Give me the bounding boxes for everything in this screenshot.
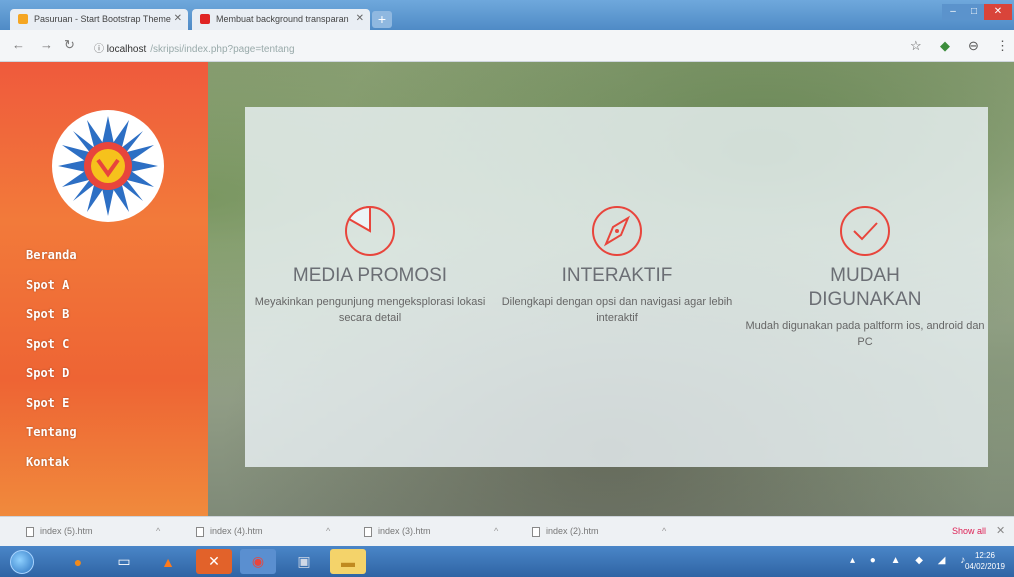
check-circle-icon <box>840 206 890 256</box>
sidebar-item-spot-a[interactable]: Spot A <box>26 278 77 308</box>
page-viewport: Beranda Spot A Spot B Spot C Spot D Spot… <box>0 62 1014 516</box>
feature-interaktif: INTERAKTIF Dilengkapi dengan opsi dan na… <box>497 202 737 326</box>
site-logo[interactable] <box>52 110 164 222</box>
feature-mudah-digunakan: MUDAH DIGUNAKAN Mudah digunakan pada pal… <box>745 202 985 350</box>
new-tab-button[interactable]: + <box>372 11 392 28</box>
window-icon[interactable]: ▭ <box>106 549 142 574</box>
close-icon[interactable]: ✕ <box>174 13 182 24</box>
about-panel: MEDIA PROMOSI Meyakinkan pengunjung meng… <box>245 107 988 467</box>
download-item[interactable]: index (4).htm ^ <box>196 526 330 537</box>
close-icon[interactable]: ✕ <box>356 13 364 24</box>
download-filename: index (5).htm <box>40 526 93 536</box>
media-player-icon[interactable]: ▣ <box>286 549 322 574</box>
extension-icon[interactable]: ◆ <box>940 38 950 54</box>
clock-time: 12:26 <box>974 551 996 560</box>
document-icon <box>196 526 204 537</box>
reload-icon[interactable]: ↻ <box>64 37 75 53</box>
download-filename: index (4).htm <box>210 526 263 536</box>
chevron-up-icon[interactable]: ^ <box>326 526 330 536</box>
feature-text: Dilengkapi dengan opsi dan navigasi agar… <box>501 296 733 324</box>
download-item[interactable]: index (3).htm ^ <box>364 526 498 537</box>
vlc-icon[interactable]: ▲ <box>150 549 186 574</box>
feature-title: MUDAH DIGUNAKAN <box>808 265 922 310</box>
sidebar-item-spot-e[interactable]: Spot E <box>26 396 77 426</box>
bookmark-star-icon[interactable]: ☆ <box>910 38 922 54</box>
sidebar-item-spot-b[interactable]: Spot B <box>26 307 77 337</box>
browser-tab[interactable]: Membuat background transparan ✕ <box>192 9 370 30</box>
address-bar[interactable]: ⓘ localhost/skripsi/index.php?page=tenta… <box>88 36 878 56</box>
menu-icon[interactable]: ⋮ <box>996 38 1009 54</box>
folder-icon[interactable]: ▬ <box>330 549 366 574</box>
sidebar-item-spot-c[interactable]: Spot C <box>26 337 77 367</box>
document-icon <box>26 526 34 537</box>
close-window-icon[interactable]: ✕ <box>984 4 1012 20</box>
browser-toolbar: ← → ↻ ⓘ localhost/skripsi/index.php?page… <box>0 30 1014 62</box>
close-icon[interactable]: ✕ <box>996 524 1005 537</box>
chevron-up-icon[interactable]: ^ <box>494 526 498 536</box>
sun-emblem-icon <box>58 116 158 216</box>
browser-tab[interactable]: Pasuruan - Start Bootstrap Theme ✕ <box>10 9 188 30</box>
profile-icon[interactable]: ⊖ <box>968 38 979 54</box>
back-icon[interactable]: ← <box>12 37 25 52</box>
downloads-bar: index (5).htm ^ index (4).htm ^ index (3… <box>0 516 1014 546</box>
feature-text: Mudah digunakan pada paltform ios, andro… <box>745 320 985 348</box>
xampp-icon[interactable]: ✕ <box>196 549 232 574</box>
page-favicon-icon <box>18 14 28 24</box>
tab-title: Pasuruan - Start Bootstrap Theme <box>34 14 171 24</box>
sidebar-nav: Beranda Spot A Spot B Spot C Spot D Spot… <box>26 248 77 484</box>
youtube-favicon-icon <box>200 14 210 24</box>
pie-chart-icon <box>345 205 395 256</box>
download-filename: index (3).htm <box>378 526 431 536</box>
info-icon: ⓘ <box>94 44 104 55</box>
chevron-up-icon[interactable]: ^ <box>156 526 160 536</box>
clock-date: 04/02/2019 <box>964 562 1006 571</box>
feature-title: INTERAKTIF <box>561 265 673 286</box>
maximize-icon[interactable]: □ <box>964 4 984 20</box>
sidebar-item-tentang[interactable]: Tentang <box>26 425 77 455</box>
forward-icon[interactable]: → <box>40 37 53 52</box>
compass-icon <box>592 206 642 256</box>
minimize-icon[interactable]: – <box>942 4 964 20</box>
chevron-up-icon[interactable]: ^ <box>662 526 666 536</box>
url-host: localhost <box>106 44 147 55</box>
browser-tab-strip: Pasuruan - Start Bootstrap Theme ✕ Membu… <box>0 0 1014 30</box>
feature-media-promosi: MEDIA PROMOSI Meyakinkan pengunjung meng… <box>250 202 490 326</box>
document-icon <box>364 526 372 537</box>
windows-taskbar: ● ▭ ▲ ✕ ◉ ▣ ▬ ▴ ● ▲ ◆ ◢ ♪ 12:26 04/02/20… <box>0 546 1014 577</box>
download-filename: index (2).htm <box>546 526 599 536</box>
show-all-downloads-link[interactable]: Show all <box>952 526 986 536</box>
feature-title: MEDIA PROMOSI <box>292 265 448 286</box>
sidebar-item-beranda[interactable]: Beranda <box>26 248 77 278</box>
system-tray[interactable]: ▴ ● ▲ ◆ ◢ ♪ <box>850 555 971 566</box>
chrome-icon[interactable]: ◉ <box>240 549 276 574</box>
download-item[interactable]: index (5).htm ^ <box>26 526 160 537</box>
sidebar-item-kontak[interactable]: Kontak <box>26 455 77 485</box>
url-path: /skripsi/index.php?page=tentang <box>150 44 295 55</box>
sidebar: Beranda Spot A Spot B Spot C Spot D Spot… <box>0 62 208 516</box>
taskbar-clock[interactable]: 12:26 04/02/2019 <box>960 550 1010 572</box>
download-item[interactable]: index (2).htm ^ <box>532 526 666 537</box>
tab-title: Membuat background transparan <box>216 14 349 24</box>
firefox-icon[interactable]: ● <box>60 549 96 574</box>
feature-text: Meyakinkan pengunjung mengeksplorasi lok… <box>254 296 486 324</box>
sidebar-item-spot-d[interactable]: Spot D <box>26 366 77 396</box>
start-button[interactable] <box>10 550 34 574</box>
document-icon <box>532 526 540 537</box>
